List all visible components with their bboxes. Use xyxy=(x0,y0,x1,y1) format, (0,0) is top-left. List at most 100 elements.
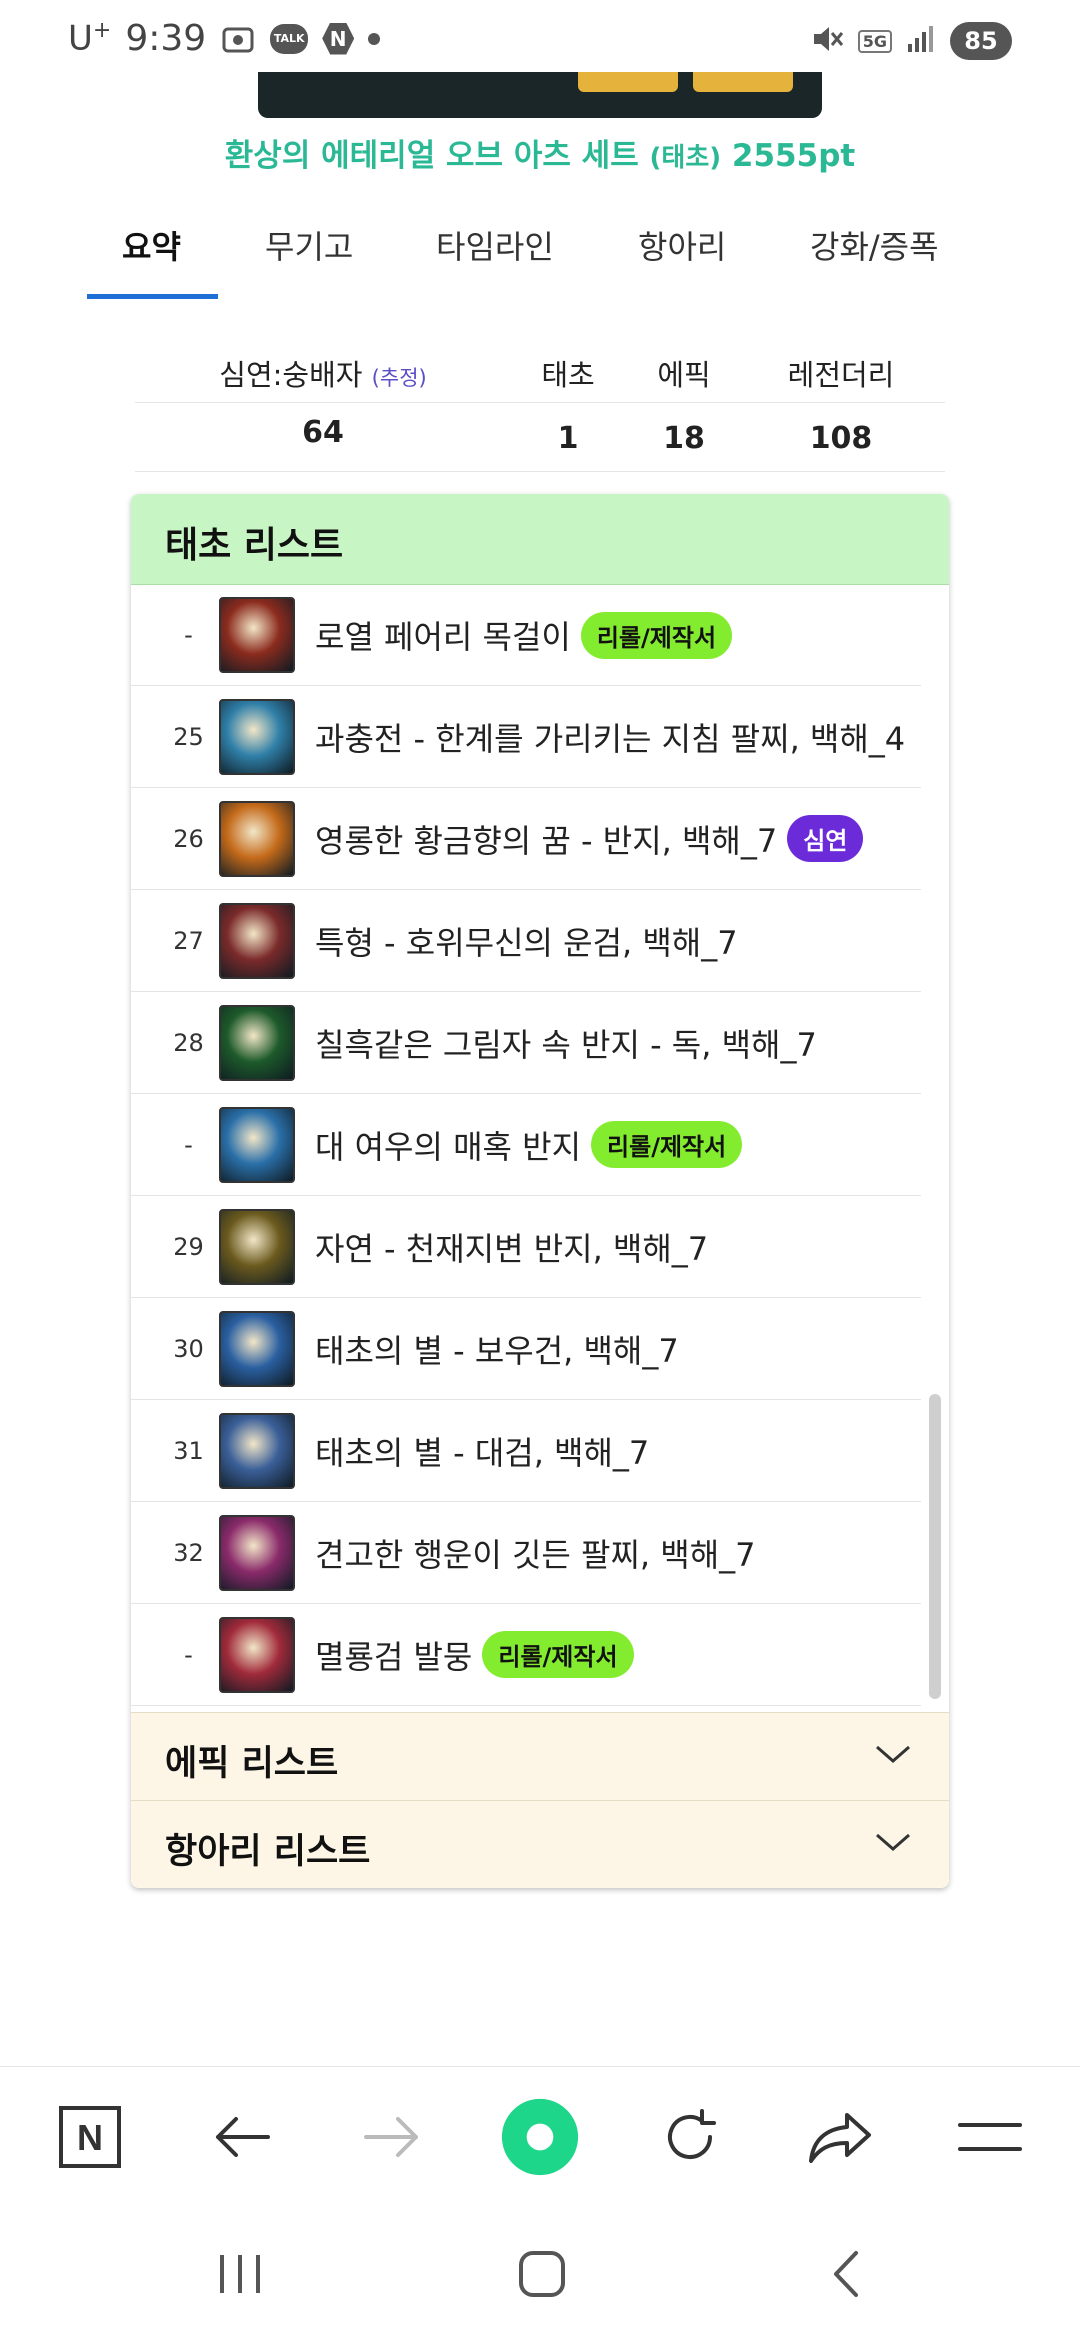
value-legendary: 108 xyxy=(809,421,873,456)
back-icon[interactable] xyxy=(816,2244,876,2304)
item-badge: 심연 xyxy=(787,815,864,862)
list-scrollbar[interactable] xyxy=(929,1394,941,1699)
set-points: 2555pt xyxy=(731,138,856,174)
tab-summary[interactable]: 요약 xyxy=(122,222,181,268)
tab-armory[interactable]: 무기고 xyxy=(265,222,353,268)
item-name-cell: 견고한 행운이 깃든 팔찌, 백해_7 xyxy=(315,1502,756,1603)
item-name: 대 여우의 매혹 반지 xyxy=(315,1127,582,1166)
item-name: 자연 - 천재지변 반지, 백해_7 xyxy=(315,1229,709,1268)
forward-arrow-icon[interactable] xyxy=(352,2097,432,2177)
item-name: 멸룡검 발뭉 xyxy=(315,1637,473,1676)
home-green-circle-icon[interactable] xyxy=(500,2097,580,2177)
item-badge: 리롤/제작서 xyxy=(580,611,733,659)
list-item[interactable]: 30 태초의 별 - 보우건, 백해_7 xyxy=(131,1298,921,1400)
list-item[interactable]: 26 영롱한 황금향의 꿈 - 반지, 백해_7 심연 xyxy=(131,788,921,890)
more-notifications-dot-icon xyxy=(368,32,381,45)
banner-gold-element xyxy=(578,72,678,92)
taecho-list[interactable]: - 로열 페어리 목걸이 리롤/제작서 25 과충전 - 한계를 가리키는 지침 팔찌,… xyxy=(131,585,921,1706)
list-item[interactable]: - 멸룡검 발뭉 리롤/제작서 xyxy=(131,1604,921,1706)
greatsword-icon xyxy=(219,1412,295,1489)
header-deep: 심연:숭배자 (추정) xyxy=(219,358,427,392)
share-icon[interactable] xyxy=(800,2097,880,2177)
item-number: 26 xyxy=(173,824,204,853)
jar-list-accordion[interactable]: 항아리 리스트 xyxy=(131,1800,949,1888)
item-number: 32 xyxy=(173,1538,204,1567)
header-legendary: 레전더리 xyxy=(787,358,895,392)
header-epic: 에픽 xyxy=(657,358,711,392)
item-name: 태초의 별 - 보우건, 백해_7 xyxy=(315,1331,679,1370)
item-number: 27 xyxy=(173,926,204,955)
item-name-cell: 영롱한 황금향의 꿈 - 반지, 백해_7 심연 xyxy=(315,788,864,889)
taecho-list-header[interactable]: 태초 리스트 xyxy=(131,494,949,585)
tab-timeline[interactable]: 타임라인 xyxy=(436,222,554,268)
list-item[interactable]: 31 태초의 별 - 대검, 백해_7 xyxy=(131,1400,921,1502)
list-item[interactable]: - 로열 페어리 목걸이 리롤/제작서 xyxy=(131,585,921,686)
item-name-cell: 로열 페어리 목걸이 리롤/제작서 xyxy=(315,585,733,685)
tab-jar[interactable]: 항아리 xyxy=(638,222,726,268)
list-item[interactable]: - 대 여우의 매혹 반지 리롤/제작서 xyxy=(131,1094,921,1196)
epic-list-title: 에픽 리스트 xyxy=(165,1744,339,1784)
summary-header-row: 심연:숭배자 (추정) 태초 에픽 레전더리 xyxy=(135,340,945,403)
list-item[interactable]: 29 자연 - 천재지변 반지, 백해_7 xyxy=(131,1196,921,1298)
signal-icon xyxy=(906,24,936,58)
item-name: 견고한 행운이 깃든 팔찌, 백해_7 xyxy=(315,1535,756,1574)
item-name-cell: 태초의 별 - 대검, 백해_7 xyxy=(315,1400,649,1501)
banner-gold-element xyxy=(693,72,793,92)
fox-ring-icon xyxy=(219,1106,295,1183)
battery-indicator: 85 xyxy=(950,22,1012,60)
shadow-ring-icon xyxy=(219,1004,295,1081)
screenshot-icon xyxy=(220,21,256,57)
item-name-cell: 칠흑같은 그림자 속 반지 - 독, 백해_7 xyxy=(315,992,817,1093)
item-name: 과충전 - 한계를 가리키는 지침 팔찌, 백해_4 xyxy=(315,719,906,758)
item-name: 칠흑같은 그림자 속 반지 - 독, 백해_7 xyxy=(315,1025,817,1064)
tab-reinforce[interactable]: 강화/증폭 xyxy=(810,222,939,268)
chevron-down-icon xyxy=(876,1745,910,1763)
value-deep: 64 xyxy=(302,415,344,450)
item-name-cell: 과충전 - 한계를 가리키는 지침 팔찌, 백해_4 xyxy=(315,686,905,787)
item-number: - xyxy=(184,1130,193,1159)
chevron-down-icon xyxy=(876,1833,910,1851)
back-arrow-icon[interactable] xyxy=(202,2097,282,2177)
item-name-cell: 특형 - 호위무신의 운검, 백해_7 xyxy=(315,890,738,991)
naver-notification-icon: N xyxy=(322,22,355,55)
menu-icon[interactable] xyxy=(950,2097,1030,2177)
epic-list-accordion[interactable]: 에픽 리스트 xyxy=(131,1712,949,1801)
item-name: 태초의 별 - 대검, 백해_7 xyxy=(315,1433,650,1472)
item-name: 특형 - 호위무신의 운검, 백해_7 xyxy=(315,923,738,962)
item-name: 로열 페어리 목걸이 xyxy=(315,618,571,656)
set-name: 환상의 에테리얼 오브 아츠 세트 xyxy=(224,138,639,174)
carrier-label: U+ xyxy=(68,18,112,59)
item-badge: 리롤/제작서 xyxy=(482,1631,634,1678)
item-number: - xyxy=(184,1640,193,1669)
bracelet-icon xyxy=(219,698,295,775)
mute-icon xyxy=(810,23,844,59)
item-list-panel: 태초 리스트 - 로열 페어리 목걸이 리롤/제작서 25 과충전 - 한계를 가리키는… xyxy=(131,494,949,1888)
list-item[interactable]: 27 특형 - 호위무신의 운검, 백해_7 xyxy=(131,890,921,992)
home-icon[interactable] xyxy=(512,2244,572,2304)
kakaotalk-icon: TALK xyxy=(270,23,309,54)
tab-bar: 요약 무기고 타임라인 항아리 강화/증폭 xyxy=(0,200,1080,300)
item-name-cell: 자연 - 천재지변 반지, 백해_7 xyxy=(315,1196,708,1297)
taecho-list-title: 태초 리스트 xyxy=(165,525,344,566)
browser-toolbar: N xyxy=(0,2066,1080,2207)
recent-apps-icon[interactable] xyxy=(210,2244,270,2304)
value-epic: 18 xyxy=(663,421,705,456)
item-number: 28 xyxy=(173,1028,204,1057)
refresh-icon[interactable] xyxy=(650,2097,730,2177)
summary-table: 심연:숭배자 (추정) 태초 에픽 레전더리 64 1 18 108 xyxy=(135,340,945,472)
network-5g-icon: 5G xyxy=(857,29,892,53)
set-tier: (태초) xyxy=(649,143,722,173)
jar-list-title: 항아리 리스트 xyxy=(165,1832,371,1872)
set-title: 환상의 에테리얼 오브 아츠 세트 (태초) 2555pt xyxy=(0,130,1080,175)
ring-icon xyxy=(219,800,295,877)
item-number: 25 xyxy=(173,722,204,751)
item-badge: 리롤/제작서 xyxy=(591,1121,743,1168)
list-item[interactable]: 25 과충전 - 한계를 가리키는 지침 팔찌, 백해_4 xyxy=(131,686,921,788)
nature-ring-icon xyxy=(219,1208,295,1285)
naver-n-icon[interactable]: N xyxy=(50,2097,130,2177)
item-number: 30 xyxy=(173,1334,204,1363)
set-banner-image xyxy=(258,72,822,118)
list-item[interactable]: 28 칠흑같은 그림자 속 반지 - 독, 백해_7 xyxy=(131,992,921,1094)
list-item[interactable]: 32 견고한 행운이 깃든 팔찌, 백해_7 xyxy=(131,1502,921,1604)
item-name-cell: 태초의 별 - 보우건, 백해_7 xyxy=(315,1298,679,1399)
